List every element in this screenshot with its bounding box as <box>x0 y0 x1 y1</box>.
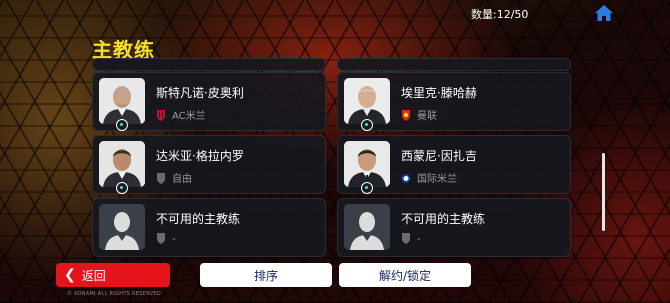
inter-crest-icon <box>401 174 411 183</box>
coach-photo <box>344 141 390 187</box>
coach-club: 国际米兰 <box>401 170 457 185</box>
coach-name: 达米亚·格拉内罗 <box>156 149 244 163</box>
coach-card[interactable]: 西蒙尼·因扎吉 国际米兰 <box>337 135 571 194</box>
coach-skill-badge <box>361 119 373 131</box>
chevron-left-icon: ❮ <box>64 267 76 283</box>
coach-card-clipped[interactable] <box>92 58 326 71</box>
coach-club: - <box>156 233 176 245</box>
coach-count: 数量:12/50 <box>471 8 529 21</box>
placeholder-silhouette-icon <box>99 204 145 250</box>
coach-club-label: - <box>417 234 421 245</box>
coach-card[interactable]: 斯特凡诺·皮奥利 AC米兰 <box>92 72 326 131</box>
back-button-label: 返回 <box>81 268 106 283</box>
coach-name: 不可用的主教练 <box>156 212 241 226</box>
coach-skill-badge <box>116 119 128 131</box>
home-icon[interactable] <box>594 4 614 22</box>
coach-name: 西蒙尼·因扎吉 <box>401 149 477 163</box>
shield-icon <box>157 233 165 244</box>
coach-club-label: 曼联 <box>417 111 437 122</box>
coach-club: - <box>401 233 421 245</box>
coach-skill-badge <box>361 182 373 194</box>
man-united-crest-icon <box>402 110 410 121</box>
list-scrollbar[interactable] <box>602 153 605 231</box>
coach-card-unavailable[interactable]: 不可用的主教练 - <box>337 198 571 257</box>
coach-photo <box>99 141 145 187</box>
coach-club-label: - <box>172 234 176 245</box>
coach-name: 埃里克·滕哈赫 <box>401 86 477 100</box>
coach-club-label: 自由 <box>172 174 192 185</box>
sort-button[interactable]: 排序 <box>200 263 332 287</box>
coach-card-unavailable[interactable]: 不可用的主教练 - <box>92 198 326 257</box>
coach-name: 不可用的主教练 <box>401 212 486 226</box>
copyright-notice: © KONAMI ALL RIGHTS RESERVED <box>67 291 162 297</box>
release-lock-button-label: 解约/锁定 <box>378 268 432 283</box>
sort-button-label: 排序 <box>253 268 278 283</box>
coach-photo <box>99 78 145 124</box>
coach-card[interactable]: 达米亚·格拉内罗 自由 <box>92 135 326 194</box>
placeholder-silhouette-icon <box>344 204 390 250</box>
coach-club: 曼联 <box>401 107 437 122</box>
coach-card-clipped[interactable] <box>337 58 571 71</box>
coach-club: AC米兰 <box>156 107 206 122</box>
shield-icon <box>157 173 165 184</box>
coach-club-label: 国际米兰 <box>417 174 457 185</box>
coach-club-label: AC米兰 <box>172 111 206 122</box>
ac-milan-crest-icon <box>157 110 165 121</box>
shield-icon <box>402 233 410 244</box>
coach-card[interactable]: 埃里克·滕哈赫 曼联 <box>337 72 571 131</box>
back-button[interactable]: ❮ 返回 <box>56 263 170 287</box>
coach-photo <box>344 78 390 124</box>
coach-skill-badge <box>116 182 128 194</box>
release-lock-button[interactable]: 解约/锁定 <box>339 263 471 287</box>
coach-name: 斯特凡诺·皮奥利 <box>156 86 244 100</box>
coach-club: 自由 <box>156 170 192 185</box>
